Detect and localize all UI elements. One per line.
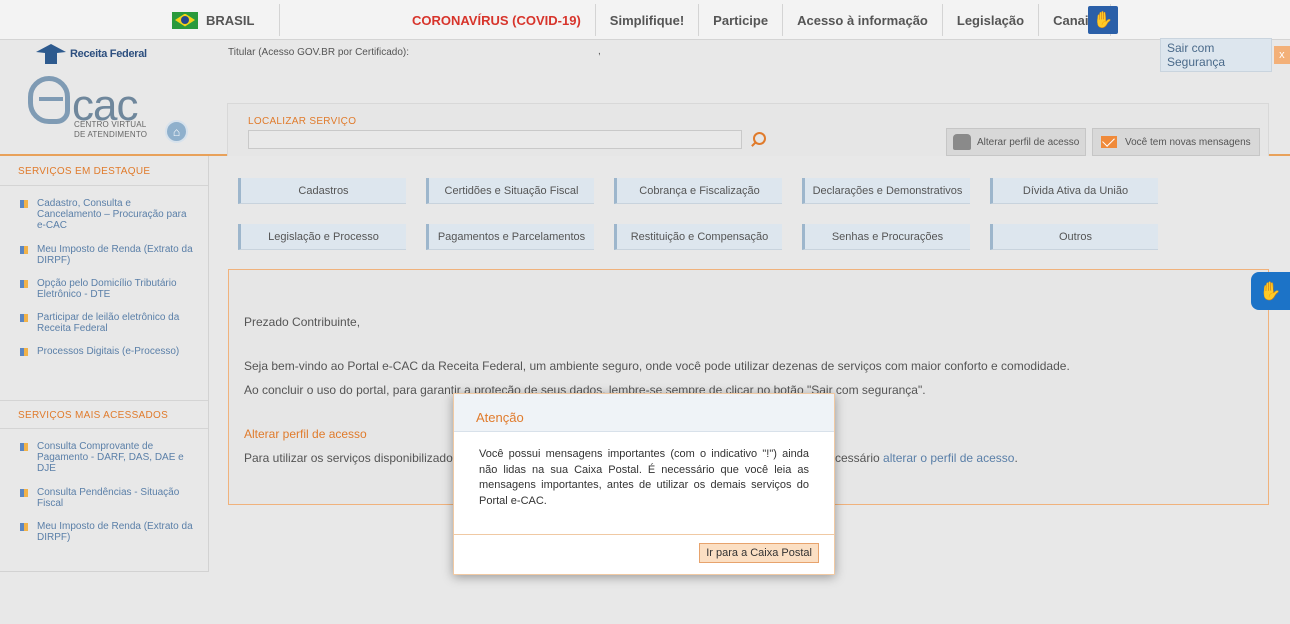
ecac-subtitle-line-1: CENTRO VIRTUAL	[74, 120, 147, 129]
alterar-perfil-text-end: cessário alterar o perfil de acesso.	[835, 451, 1018, 465]
receita-federal-logo-text: Receita Federal	[70, 48, 147, 60]
alterar-perfil-link[interactable]: alterar o perfil de acesso	[883, 451, 1014, 465]
tab-divida-ativa[interactable]: Dívida Ativa da União	[990, 178, 1158, 204]
nav-legislacao[interactable]: Legislação	[941, 4, 1038, 36]
sidebar-item-e-processo[interactable]: Processos Digitais (e-Processo)	[0, 342, 208, 376]
search-label: LOCALIZAR SERVIÇO	[248, 116, 357, 127]
caixa-postal-button[interactable]: Ir para a Caixa Postal	[699, 543, 819, 563]
ecac-subtitle-line-2: DE ATENDIMENTO	[74, 130, 148, 139]
sair-com-seguranca-button[interactable]: Sair com Segurança x	[1160, 38, 1290, 72]
search-icon[interactable]	[750, 132, 766, 148]
tab-legislacao[interactable]: Legislação e Processo	[238, 224, 406, 250]
sidebar-item-label: Opção pelo Domicílio Tributário Eletrôni…	[37, 278, 177, 300]
receita-federal-logo[interactable]: Receita Federal	[36, 44, 147, 64]
bullet-icon	[20, 443, 28, 451]
titular-value: ,	[598, 46, 601, 57]
titular-label: Titular (Acesso GOV.BR por Certificado):	[228, 47, 409, 58]
nav-acesso-informacao[interactable]: Acesso à informação	[782, 4, 942, 36]
alterar-perfil-label: Alterar perfil de acesso	[977, 136, 1080, 148]
alterar-perfil-heading: Alterar perfil de acesso	[244, 427, 367, 441]
gov-top-bar: BRASIL CORONAVÍRUS (COVID-19) Simplifiqu…	[0, 0, 1290, 40]
bullet-icon	[20, 348, 28, 356]
sidebar-item-imposto-renda[interactable]: Meu Imposto de Renda (Extrato da DIRPF)	[0, 240, 208, 274]
sidebar: SERVIÇOS EM DESTAQUE Cadastro, Consulta …	[0, 156, 209, 572]
servicos-destaque-title: SERVIÇOS EM DESTAQUE	[0, 156, 208, 186]
sidebar-item-procuracao[interactable]: Cadastro, Consulta e Cancelamento – Proc…	[0, 194, 208, 240]
sidebar-item-imposto-renda-2[interactable]: Meu Imposto de Renda (Extrato da DIRPF)	[0, 517, 208, 551]
sidebar-item-label: Meu Imposto de Renda (Extrato da DIRPF)	[37, 521, 193, 543]
brasil-link[interactable]: BRASIL	[162, 4, 280, 36]
tab-senhas[interactable]: Senhas e Procurações	[802, 224, 970, 250]
receita-federal-mark-icon	[36, 44, 66, 64]
tab-restituicao[interactable]: Restituição e Compensação	[614, 224, 782, 250]
greeting-text: Prezado Contribuinte,	[244, 315, 361, 329]
sidebar-item-label: Processos Digitais (e-Processo)	[37, 346, 180, 357]
sidebar-item-leilao[interactable]: Participar de leilão eletrônico da Recei…	[0, 308, 208, 342]
tab-outros[interactable]: Outros	[990, 224, 1158, 250]
ecac-subtitle: CENTRO VIRTUAL DE ATENDIMENTO	[74, 120, 147, 140]
tab-cobranca[interactable]: Cobrança e Fiscalização	[614, 178, 782, 204]
bullet-icon	[20, 489, 28, 497]
dialog-title: Atenção	[454, 394, 834, 432]
vlibras-icon[interactable]: ✋	[1251, 272, 1290, 310]
novas-mensagens-label: Você tem novas mensagens	[1125, 136, 1251, 148]
servicos-destaque-list: Cadastro, Consulta e Cancelamento – Proc…	[0, 186, 208, 376]
tab-cadastros[interactable]: Cadastros	[238, 178, 406, 204]
sidebar-item-label: Meu Imposto de Renda (Extrato da DIRPF)	[37, 244, 193, 266]
bullet-icon	[20, 246, 28, 254]
bullet-icon	[20, 200, 28, 208]
servicos-acessados-title: SERVIÇOS MAIS ACESSADOS	[0, 401, 208, 429]
search-input[interactable]	[248, 130, 742, 149]
envelope-icon	[1101, 136, 1117, 148]
brasil-label: BRASIL	[206, 12, 255, 28]
users-icon	[953, 134, 971, 150]
alterar-perfil-text-start: Para utilizar os serviços disponibilizad…	[244, 451, 453, 465]
alterar-perfil-text-end-label: cessário	[835, 451, 880, 465]
close-icon: x	[1273, 46, 1290, 64]
dialog-footer: Ir para a Caixa Postal	[454, 534, 834, 575]
tab-declaracoes[interactable]: Declarações e Demonstrativos	[802, 178, 970, 204]
bullet-icon	[20, 314, 28, 322]
nav-participe[interactable]: Participe	[698, 4, 782, 36]
home-icon[interactable]: ⌂	[165, 120, 188, 143]
brazil-flag-icon	[172, 11, 198, 29]
alterar-perfil-period: .	[1014, 451, 1018, 465]
alterar-perfil-button[interactable]: Alterar perfil de acesso	[946, 128, 1087, 156]
sidebar-item-label: Consulta Comprovante de Pagamento - DARF…	[37, 441, 184, 474]
nav-simplifique[interactable]: Simplifique!	[594, 4, 698, 36]
attention-dialog: Atenção Você possui mensagens importante…	[453, 393, 835, 575]
sidebar-item-pendencias[interactable]: Consulta Pendências - Situação Fiscal	[0, 483, 208, 517]
search-panel: LOCALIZAR SERVIÇO Alterar perfil de aces…	[227, 103, 1269, 156]
sidebar-item-dte[interactable]: Opção pelo Domicílio Tributário Eletrôni…	[0, 274, 208, 308]
bullet-icon	[20, 280, 28, 288]
tab-certidoes[interactable]: Certidões e Situação Fiscal	[426, 178, 594, 204]
sidebar-item-label: Consulta Pendências - Situação Fiscal	[37, 487, 180, 509]
sair-label: Sair com Segurança	[1160, 38, 1272, 72]
service-tabs: Cadastros Certidões e Situação Fiscal Co…	[210, 158, 1290, 268]
ecac-logo-word: cac	[72, 81, 138, 130]
sidebar-item-label: Cadastro, Consulta e Cancelamento – Proc…	[37, 198, 187, 231]
sidebar-item-comprovante[interactable]: Consulta Comprovante de Pagamento - DARF…	[0, 437, 208, 483]
servicos-acessados-list: Consulta Comprovante de Pagamento - DARF…	[0, 429, 208, 551]
gov-nav: CORONAVÍRUS (COVID-19) Simplifique! Part…	[396, 4, 1111, 36]
dialog-message: Você possui mensagens importantes (com o…	[479, 448, 809, 507]
novas-mensagens-button[interactable]: Você tem novas mensagens	[1092, 128, 1260, 156]
bullet-icon	[20, 523, 28, 531]
libras-hands-icon[interactable]: ✋	[1088, 6, 1118, 34]
welcome-text: Seja bem-vindo ao Portal e-CAC da Receit…	[244, 359, 1070, 373]
ecac-logo: cac	[28, 76, 138, 130]
header: Receita Federal Titular (Acesso GOV.BR p…	[0, 38, 1290, 156]
ecac-e-icon	[28, 76, 70, 124]
sidebar-item-label: Participar de leilão eletrônico da Recei…	[37, 312, 180, 334]
nav-covid[interactable]: CORONAVÍRUS (COVID-19)	[396, 4, 595, 36]
tab-pagamentos[interactable]: Pagamentos e Parcelamentos	[426, 224, 594, 250]
